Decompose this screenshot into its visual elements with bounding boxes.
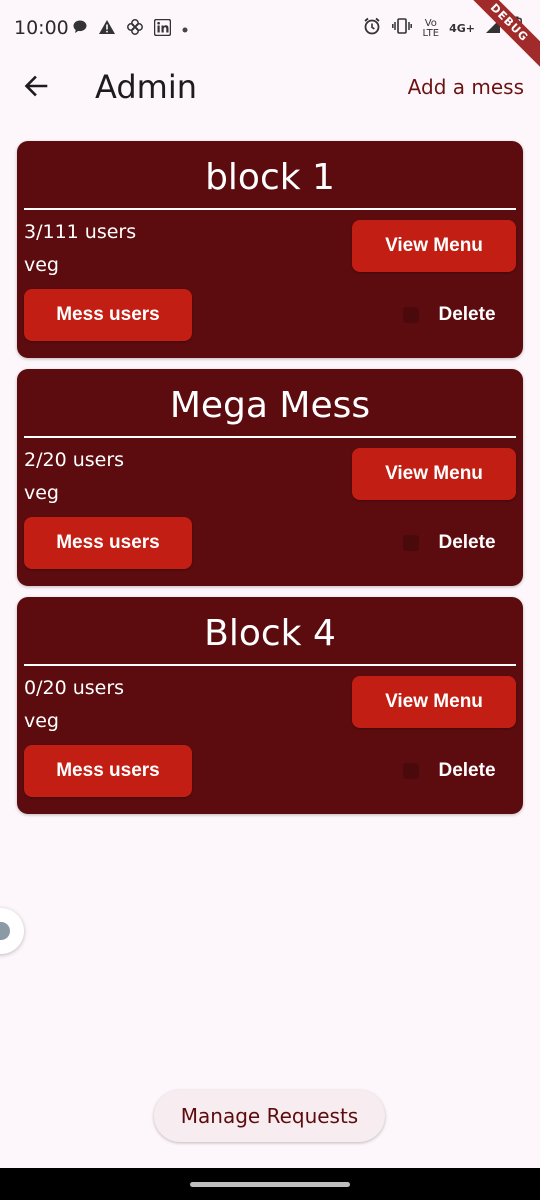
add-mess-button[interactable]: Add a mess xyxy=(408,75,524,99)
status-time: 10:00 xyxy=(14,17,69,39)
mess-users-button[interactable]: Mess users xyxy=(24,289,192,341)
delete-checkbox[interactable] xyxy=(403,307,419,323)
lte-label: LTE xyxy=(422,27,440,39)
app-bar: Admin Add a mess xyxy=(0,58,540,118)
delete-button[interactable]: Delete xyxy=(429,301,505,329)
delete-checkbox[interactable] xyxy=(403,535,419,551)
system-nav-bar xyxy=(0,1168,540,1200)
mess-card: Mega Mess 2/20 users veg View Menu Mess … xyxy=(17,369,523,586)
divider xyxy=(24,208,516,210)
mess-name: Block 4 xyxy=(204,613,336,654)
divider xyxy=(24,664,516,666)
alarm-icon xyxy=(362,16,382,41)
mess-card: block 1 3/111 users veg View Menu Mess u… xyxy=(17,141,523,358)
mess-user-count: 3/111 users xyxy=(24,221,137,243)
mess-name: Mega Mess xyxy=(169,385,371,426)
mess-users-button[interactable]: Mess users xyxy=(24,745,192,797)
mess-type: veg xyxy=(24,482,59,504)
mess-user-count: 0/20 users xyxy=(24,677,125,699)
floating-side-handle[interactable] xyxy=(0,908,24,954)
arrow-left-icon xyxy=(23,73,49,104)
divider xyxy=(24,436,516,438)
notification-icons xyxy=(72,18,189,41)
page-title: Admin xyxy=(95,68,197,106)
mess-users-button[interactable]: Mess users xyxy=(24,517,192,569)
view-menu-button[interactable]: View Menu xyxy=(352,676,516,728)
vibrate-icon xyxy=(392,17,413,40)
mess-user-count: 2/20 users xyxy=(24,449,125,471)
mess-type: veg xyxy=(24,710,59,732)
volte-label: Vo xyxy=(424,17,437,29)
linkedin-icon xyxy=(153,18,172,41)
delete-checkbox[interactable] xyxy=(403,763,419,779)
view-menu-button[interactable]: View Menu xyxy=(352,220,516,272)
chat-bubble-icon xyxy=(72,19,88,40)
dot-icon xyxy=(181,21,189,39)
manage-requests-button[interactable]: Manage Requests xyxy=(154,1090,385,1142)
delete-button[interactable]: Delete xyxy=(429,529,505,557)
gesture-handle[interactable] xyxy=(190,1182,350,1187)
warning-icon xyxy=(98,19,116,40)
pinwheel-icon xyxy=(126,18,144,41)
volte-indicator: Vo LTE xyxy=(422,17,440,39)
view-menu-button[interactable]: View Menu xyxy=(352,448,516,500)
delete-button[interactable]: Delete xyxy=(429,757,505,785)
handle-icon xyxy=(0,922,10,940)
mess-card: Block 4 0/20 users veg View Menu Mess us… xyxy=(17,597,523,814)
network-type-label: 4G+ xyxy=(449,22,475,35)
mess-type: veg xyxy=(24,254,59,276)
mess-name: block 1 xyxy=(205,157,335,198)
back-button[interactable] xyxy=(18,70,54,106)
status-bar: 10:00 Vo LTE 4G+ DEBUG xyxy=(0,0,540,76)
